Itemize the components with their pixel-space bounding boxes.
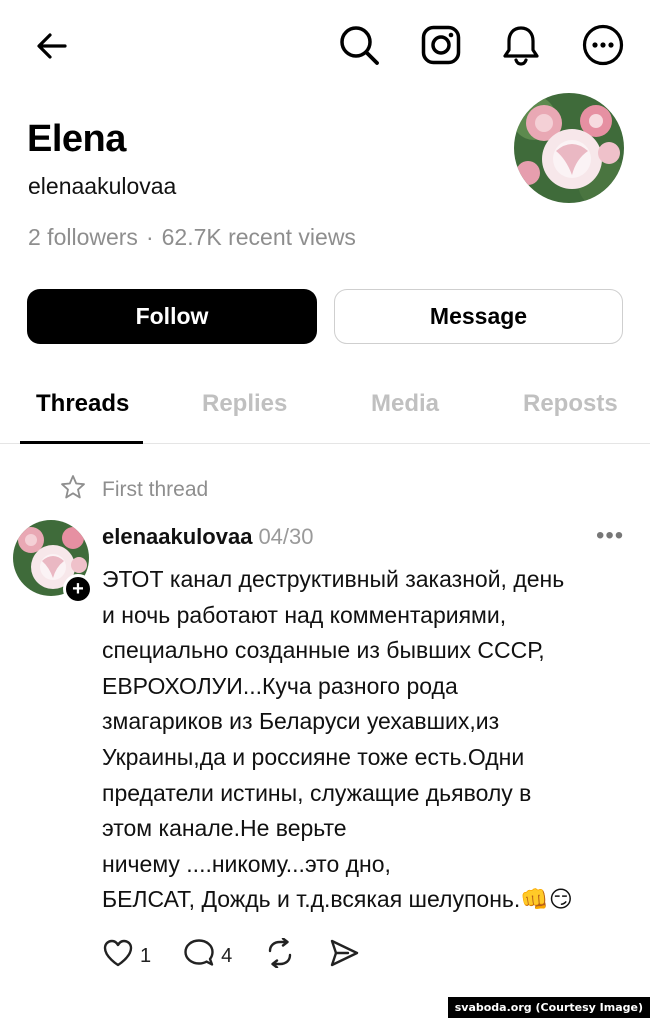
stats-separator: · (145, 224, 154, 250)
profile-name: Elena (27, 118, 126, 160)
reply-button[interactable]: 4 (183, 938, 232, 974)
pinned-label: First thread (102, 477, 209, 501)
follow-plus-icon[interactable]: + (63, 574, 93, 604)
tab-reposts[interactable]: Reposts (523, 390, 618, 418)
instagram-icon[interactable] (418, 22, 464, 68)
like-count: 1 (140, 944, 152, 967)
tab-replies[interactable]: Replies (202, 390, 287, 418)
reply-count: 4 (221, 944, 233, 967)
post-header: elenaakulovaa 04/30 (102, 524, 314, 550)
send-icon (328, 938, 360, 974)
top-bar (0, 0, 650, 92)
post-text: ЭТОТ канал деструктивный заказной, день … (102, 562, 637, 918)
followers-count[interactable]: 2 followers (28, 224, 138, 250)
post-username[interactable]: elenaakulovaa (102, 524, 252, 549)
pinned-indicator: First thread (60, 474, 208, 505)
comment-icon (183, 938, 215, 974)
bell-icon[interactable] (498, 22, 544, 68)
search-icon[interactable] (336, 22, 382, 68)
profile-handle: elenaakulovaa (28, 173, 177, 199)
tab-media[interactable]: Media (371, 390, 439, 418)
share-button[interactable] (328, 938, 360, 974)
recent-views: 62.7K recent views (161, 224, 356, 250)
post-body-text: ЭТОТ канал деструктивный заказной, день … (102, 566, 573, 913)
profile-tabs: Threads Replies Media Reposts (0, 382, 650, 444)
active-tab-indicator (20, 441, 143, 444)
profile-stats: 2 followers · 62.7K recent views (28, 224, 356, 251)
post-date: 04/30 (258, 524, 314, 549)
post-more-icon[interactable]: ••• (596, 522, 624, 550)
image-credit: svaboda.org (Courtesy Image) (447, 997, 650, 1018)
repost-button[interactable] (264, 937, 296, 974)
star-icon (60, 474, 86, 505)
repost-icon (264, 937, 296, 974)
message-button[interactable]: Message (334, 289, 623, 344)
profile-avatar[interactable] (514, 93, 624, 203)
tab-threads[interactable]: Threads (36, 390, 129, 418)
post-actions: 1 4 (102, 936, 392, 976)
heart-icon (102, 938, 134, 974)
more-icon[interactable] (580, 22, 626, 68)
follow-button[interactable]: Follow (27, 289, 317, 344)
back-arrow-icon[interactable] (30, 26, 74, 66)
like-button[interactable]: 1 (102, 938, 151, 974)
